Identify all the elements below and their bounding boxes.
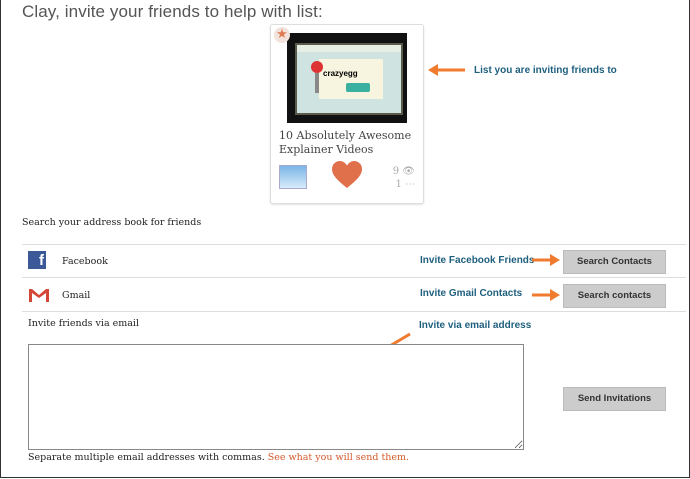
thumbnail-box (319, 59, 383, 99)
facebook-icon: f (28, 251, 46, 269)
send-invitations-button[interactable]: Send Invitations (563, 387, 666, 411)
email-note: Separate multiple email addresses with c… (28, 452, 409, 463)
divider (22, 244, 686, 245)
eye-icon: 👁 (402, 166, 415, 177)
address-book-heading: Search your address book for friends (22, 217, 202, 228)
star-icon[interactable]: ★ (274, 27, 290, 43)
gmail-label: Gmail (62, 290, 91, 301)
list-title[interactable]: 10 Absolutely Awesome Explainer Videos (279, 129, 419, 157)
character-body-graphic (315, 73, 319, 93)
facebook-search-button[interactable]: Search Contacts (563, 250, 666, 274)
crazyegg-logo: crazyegg (323, 69, 358, 78)
avatar[interactable] (279, 165, 307, 189)
thumbnail-screen: crazyegg (295, 43, 403, 115)
video-thumbnail[interactable]: crazyegg (287, 33, 407, 123)
facebook-annotation: Invite Facebook Friends (420, 255, 535, 266)
gmail-annotation: Invite Gmail Contacts (420, 288, 523, 299)
gmail-search-button[interactable]: Search contacts (563, 284, 666, 308)
list-card[interactable]: crazyegg ★ 10 Absolutely Awesome Explain… (270, 24, 424, 204)
view-count: 9 (392, 166, 400, 177)
gmail-icon (29, 288, 49, 302)
thumbnail-bar (297, 45, 401, 52)
facebook-label: Facebook (62, 256, 108, 267)
email-addresses-input[interactable] (28, 344, 524, 450)
email-annotation: Invite via email address (419, 320, 532, 331)
heart-icon[interactable] (331, 160, 363, 190)
list-stats: 9 👁 1 ⋯ (393, 165, 415, 191)
character-head-graphic (311, 61, 323, 73)
email-invite-label: Invite friends via email (28, 318, 140, 329)
thumbnail-button-graphic (346, 83, 370, 92)
comment-count: 1 (395, 179, 402, 190)
preview-link[interactable]: See what you will send them. (268, 452, 409, 463)
page-title: Clay, invite your friends to help with l… (22, 2, 323, 21)
divider (22, 311, 686, 312)
list-annotation: List you are inviting friends to (474, 65, 617, 76)
arrow-icon (532, 289, 560, 301)
email-note-text: Separate multiple email addresses with c… (28, 452, 265, 463)
arrow-icon (428, 64, 465, 76)
ellipsis-icon: ⋯ (405, 179, 415, 190)
divider (22, 277, 686, 278)
arrow-icon (532, 254, 560, 266)
